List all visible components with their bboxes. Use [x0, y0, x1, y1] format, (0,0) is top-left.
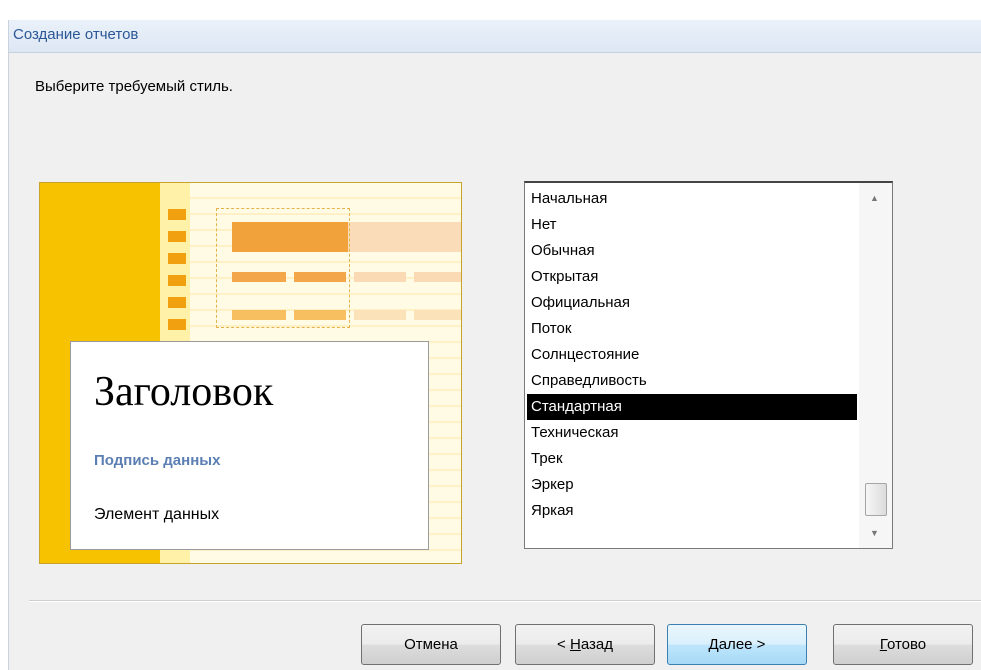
report-wizard-dialog: Создание отчетов Выберите требуемый стил… [8, 20, 981, 670]
scroll-down-arrow-icon[interactable]: ▼ [870, 528, 879, 538]
preview-notch [168, 275, 186, 286]
list-item[interactable]: Солнцестояние [527, 342, 857, 368]
next-button-label: алее > [718, 636, 766, 653]
style-listbox[interactable]: Начальная Нет Обычная Открытая Официальн… [524, 181, 893, 549]
back-button-prefix: < [557, 636, 570, 653]
preview-cell [354, 272, 406, 282]
preview-selection-frame [216, 208, 350, 328]
finish-button[interactable]: Готово [833, 624, 973, 665]
preview-header-block [348, 222, 461, 252]
preview-notch [168, 319, 186, 330]
list-item[interactable]: Справедливость [527, 368, 857, 394]
list-item[interactable]: Открытая [527, 264, 857, 290]
scroll-up-arrow-icon[interactable]: ▲ [870, 193, 879, 203]
preview-notch [168, 209, 186, 220]
style-preview: Заголовок Подпись данных Элемент данных [39, 182, 462, 564]
preview-notch [168, 297, 186, 308]
back-button-accesskey: Н [569, 636, 581, 653]
preview-cell [414, 310, 461, 320]
preview-notch [168, 231, 186, 242]
list-item[interactable]: Яркая [527, 498, 857, 524]
preview-data-label: Подпись данных [94, 452, 221, 469]
list-scrollbar[interactable]: ▲ ▼ [859, 183, 892, 548]
divider [29, 600, 981, 602]
preview-notch [168, 253, 186, 264]
preview-data-item: Элемент данных [94, 506, 220, 523]
list-item[interactable]: Техническая [527, 420, 857, 446]
title-bar: Создание отчетов [9, 20, 981, 53]
cancel-button-label: Отмена [404, 636, 458, 653]
list-item[interactable]: Официальная [527, 290, 857, 316]
preview-heading: Заголовок [94, 369, 274, 415]
list-item[interactable]: Обычная [527, 238, 857, 264]
list-item-selected[interactable]: Стандартная [527, 394, 857, 420]
preview-cell [354, 310, 406, 320]
instruction-text: Выберите требуемый стиль. [35, 78, 233, 95]
back-button-label: азад [580, 636, 613, 653]
list-item[interactable]: Эркер [527, 472, 857, 498]
list-item[interactable]: Начальная [527, 186, 857, 212]
preview-cell [414, 272, 461, 282]
finish-button-label: отово [886, 636, 927, 653]
scroll-thumb[interactable] [865, 483, 887, 516]
list-item[interactable]: Нет [527, 212, 857, 238]
preview-card: Заголовок Подпись данных Элемент данных [70, 341, 429, 550]
back-button[interactable]: < Назад [515, 624, 655, 665]
list-item[interactable]: Трек [527, 446, 857, 472]
next-button[interactable]: Далее > [667, 624, 807, 665]
window-title: Создание отчетов [13, 26, 139, 43]
cancel-button[interactable]: Отмена [361, 624, 501, 665]
list-item[interactable]: Поток [527, 316, 857, 342]
finish-button-accesskey: Г [879, 636, 887, 653]
next-button-accesskey: Д [708, 636, 719, 653]
